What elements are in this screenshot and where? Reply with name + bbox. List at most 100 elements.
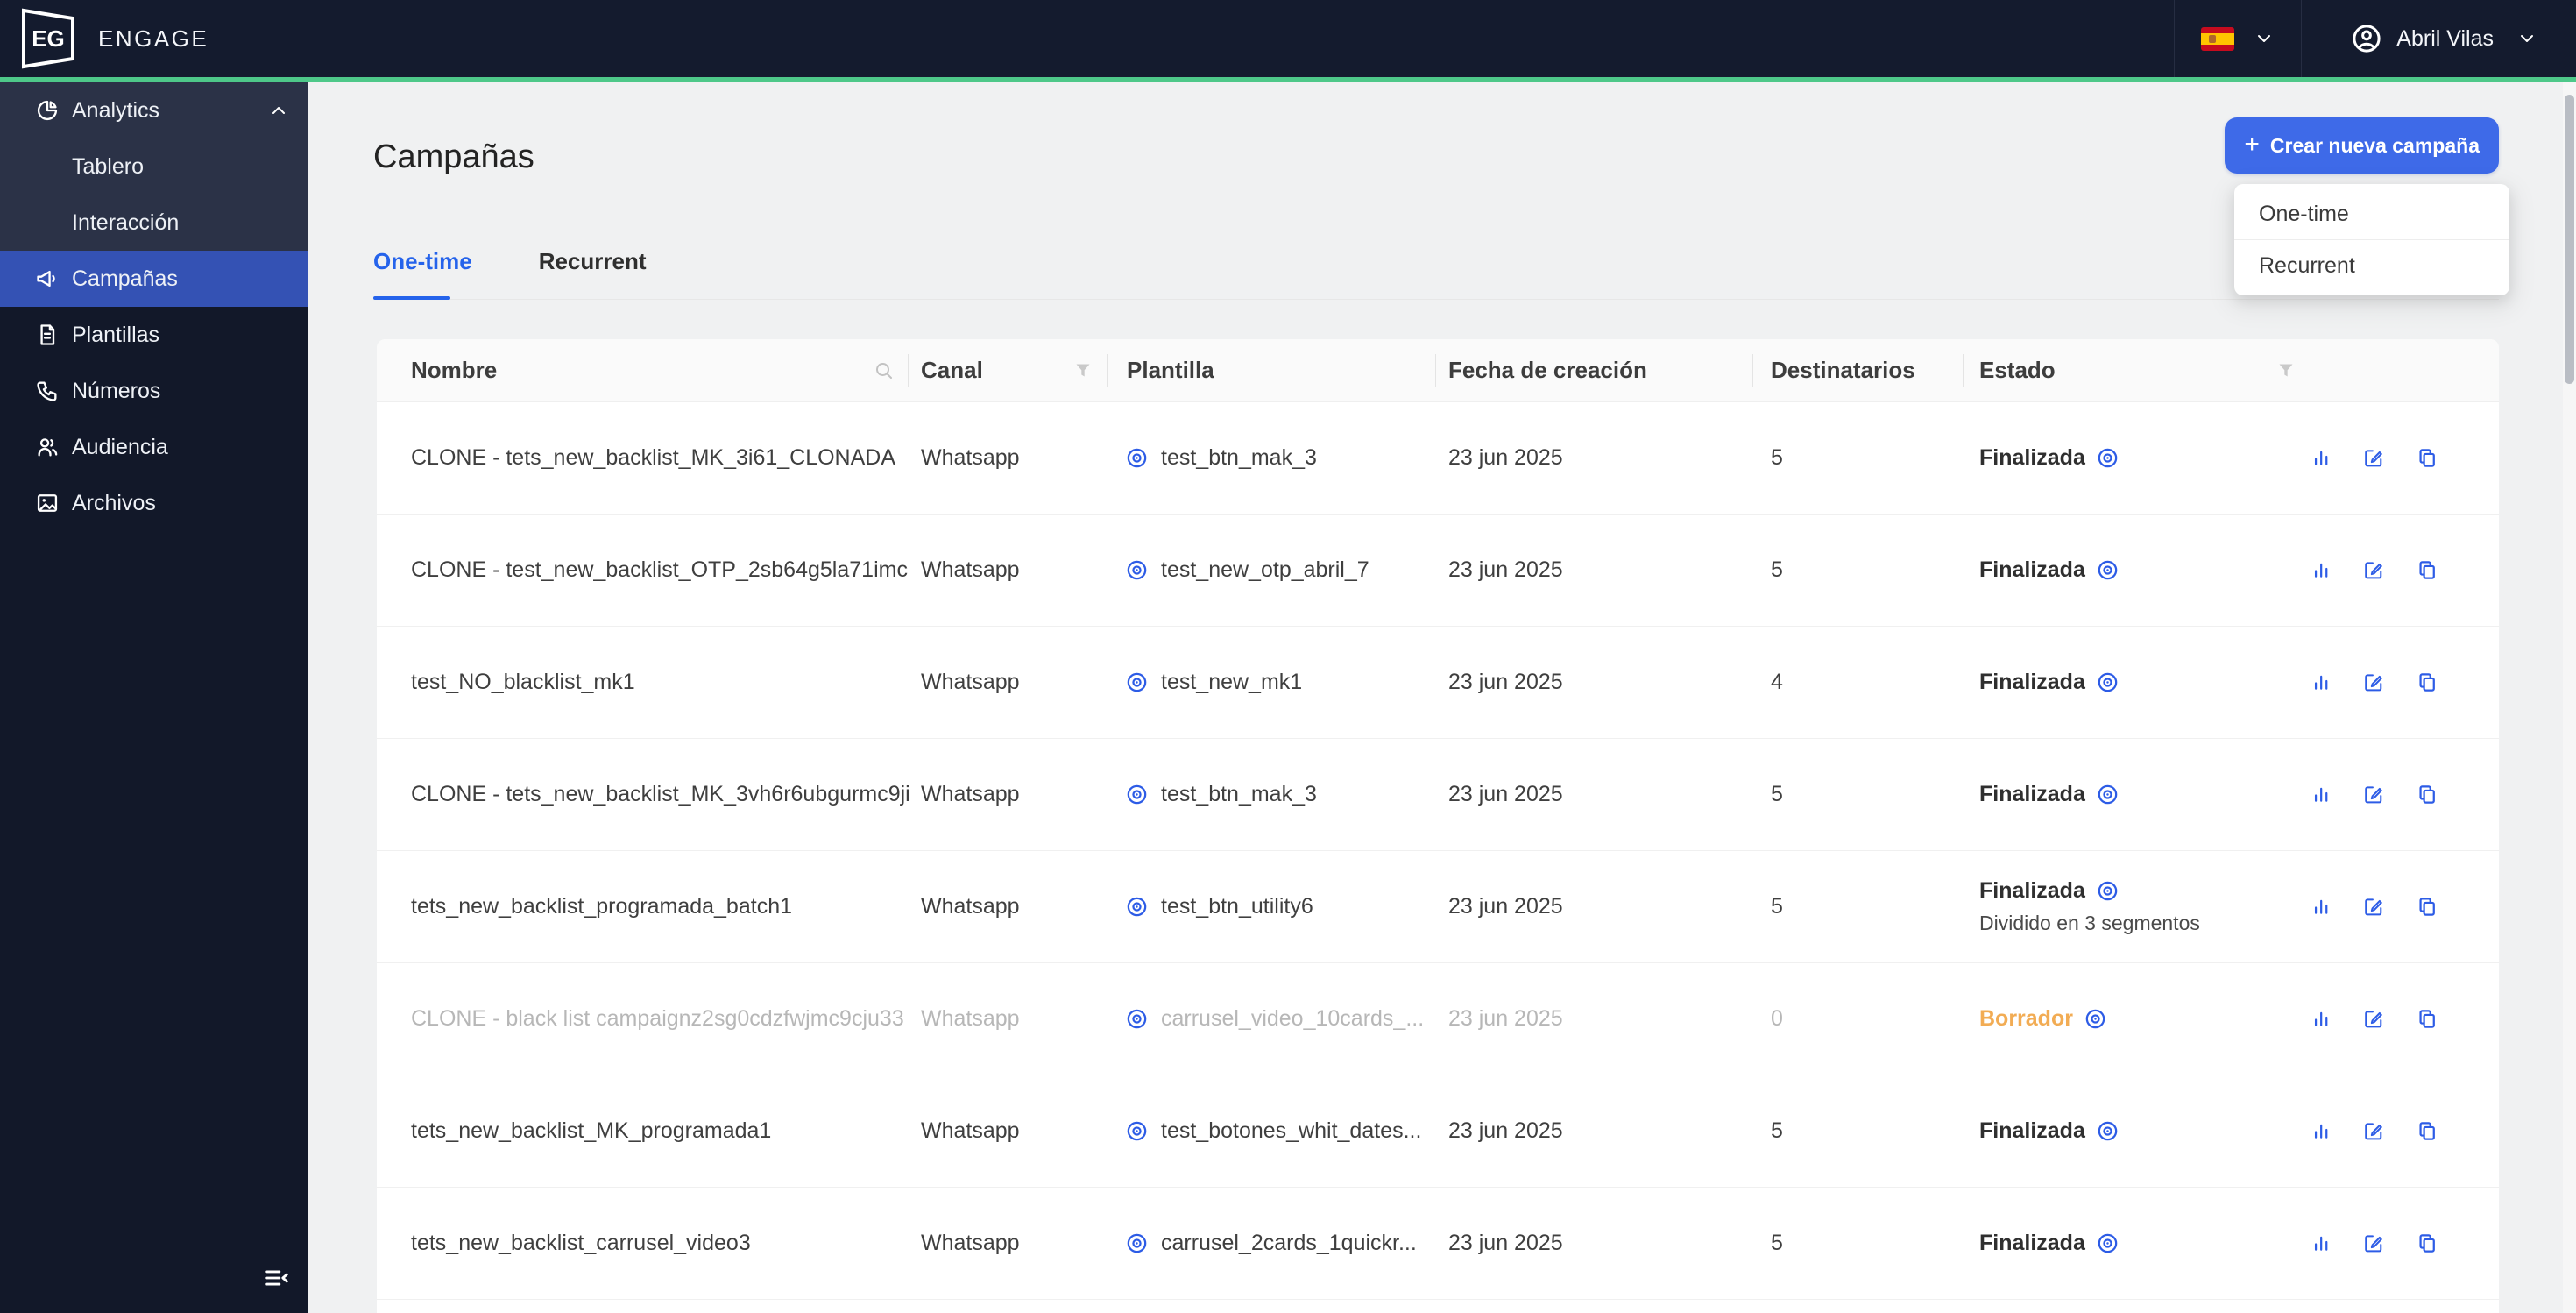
recipients-count: 5 <box>1771 445 1783 470</box>
column-header-nombre[interactable]: Nombre <box>377 339 909 401</box>
preview-template-icon[interactable] <box>1125 446 1149 470</box>
copy-icon[interactable] <box>2417 781 2438 808</box>
scrollbar-track[interactable] <box>2563 82 2576 1313</box>
preview-template-icon[interactable] <box>1125 1119 1149 1143</box>
edit-icon[interactable] <box>2363 1005 2384 1033</box>
sidebar-collapse-button[interactable] <box>258 1259 296 1297</box>
column-header-destinatarios[interactable]: Destinatarios <box>1753 339 1964 401</box>
edit-icon[interactable] <box>2363 1230 2384 1257</box>
column-header-estado[interactable]: Estado <box>1964 339 2311 401</box>
header-label: Nombre <box>411 357 498 383</box>
edit-icon[interactable] <box>2363 669 2384 696</box>
template-name[interactable]: test_btn_mak_3 <box>1161 782 1317 807</box>
edit-icon[interactable] <box>2363 893 2384 920</box>
status-preview-icon[interactable] <box>2096 446 2120 470</box>
campaigns-table: Nombre Canal Plantilla Fecha de creación… <box>377 339 2499 1313</box>
filter-icon[interactable] <box>2275 360 2296 381</box>
table-row[interactable]: CLONE - tets_new_backlist_MK_3i61_CLONAD… <box>377 402 2499 515</box>
menu-item-recurrent[interactable]: Recurrent <box>2234 240 2509 291</box>
table-row[interactable]: CLONE - tets_new_backlist_MK_3vh6r6ubgur… <box>377 739 2499 851</box>
template-name[interactable]: test_new_otp_abril_7 <box>1161 557 1369 583</box>
edit-icon[interactable] <box>2363 781 2384 808</box>
edit-icon[interactable] <box>2363 557 2384 584</box>
template-name[interactable]: test_botones_whit_dates... <box>1161 1118 1421 1144</box>
sidebar-item-label: Audiencia <box>72 434 168 459</box>
stats-icon[interactable] <box>2311 781 2332 808</box>
svg-text:EG: EG <box>32 25 65 52</box>
search-icon[interactable] <box>874 360 895 381</box>
template-name[interactable]: test_new_mk1 <box>1161 670 1302 695</box>
tab-one-time[interactable]: One-time <box>373 248 472 296</box>
sidebar-item-archivos[interactable]: Archivos <box>0 475 308 531</box>
image-icon <box>37 494 58 512</box>
preview-template-icon[interactable] <box>1125 558 1149 582</box>
column-header-canal[interactable]: Canal <box>909 339 1108 401</box>
user-menu[interactable]: Abril Vilas <box>2302 0 2576 77</box>
stats-icon[interactable] <box>2311 1005 2332 1033</box>
copy-icon[interactable] <box>2417 1230 2438 1257</box>
sidebar-item-label: Tablero <box>72 153 144 179</box>
table-row[interactable]: CLONE - black list campaignz2sg0cdzfwjmc… <box>377 963 2499 1075</box>
template-name[interactable]: carrusel_2cards_1quickr... <box>1161 1231 1417 1256</box>
sidebar-item-campanas[interactable]: Campañas <box>0 251 308 307</box>
template-name[interactable]: test_btn_mak_3 <box>1161 445 1317 471</box>
stats-icon[interactable] <box>2311 557 2332 584</box>
recipients-count: 5 <box>1771 1231 1783 1255</box>
edit-icon[interactable] <box>2363 444 2384 472</box>
edit-icon[interactable] <box>2363 1118 2384 1145</box>
stats-icon[interactable] <box>2311 444 2332 472</box>
copy-icon[interactable] <box>2417 444 2438 472</box>
language-selector[interactable] <box>2174 0 2303 77</box>
copy-icon[interactable] <box>2417 557 2438 584</box>
stats-icon[interactable] <box>2311 1230 2332 1257</box>
stats-icon[interactable] <box>2311 893 2332 920</box>
preview-template-icon[interactable] <box>1125 1231 1149 1255</box>
preview-template-icon[interactable] <box>1125 1007 1149 1031</box>
preview-template-icon[interactable] <box>1125 895 1149 919</box>
sidebar-item-tablero[interactable]: Tablero <box>0 138 308 195</box>
creation-date: 23 jun 2025 <box>1448 894 1563 919</box>
template-name[interactable]: carrusel_video_10cards_... <box>1161 1006 1424 1032</box>
copy-icon[interactable] <box>2417 669 2438 696</box>
scrollbar-thumb[interactable] <box>2565 95 2574 384</box>
stats-icon[interactable] <box>2311 669 2332 696</box>
sidebar-item-numeros[interactable]: Números <box>0 363 308 419</box>
menu-item-one-time[interactable]: One-time <box>2234 188 2509 239</box>
stats-icon[interactable] <box>2311 1118 2332 1145</box>
column-header-plantilla[interactable]: Plantilla <box>1108 339 1436 401</box>
table-row[interactable]: tets_new_backlist_MK_programada1 Whatsap… <box>377 1075 2499 1188</box>
status-preview-icon[interactable] <box>2096 783 2120 806</box>
sidebar-item-analytics[interactable]: Analytics <box>0 82 308 138</box>
status-preview-icon[interactable] <box>2096 1231 2120 1255</box>
column-header-fecha[interactable]: Fecha de creación <box>1436 339 1753 401</box>
sidebar-item-audiencia[interactable]: Audiencia <box>0 419 308 475</box>
status-preview-icon[interactable] <box>2096 879 2120 903</box>
channel-value: Whatsapp <box>921 1231 1020 1255</box>
copy-icon[interactable] <box>2417 1118 2438 1145</box>
copy-icon[interactable] <box>2417 1005 2438 1033</box>
table-row[interactable]: tets_new_backlist_programada_batch1 What… <box>377 851 2499 963</box>
preview-template-icon[interactable] <box>1125 671 1149 694</box>
sidebar-item-plantillas[interactable]: Plantillas <box>0 307 308 363</box>
template-name[interactable]: test_btn_utility6 <box>1161 894 1313 919</box>
people-icon <box>38 438 58 457</box>
table-row[interactable]: CLONE - test_new_backlist_OTP_2sb64g5la7… <box>377 515 2499 627</box>
app-window: EG ENGAGE Abril Vilas Analytics Tablero … <box>0 0 2576 1313</box>
recipients-count: 4 <box>1771 670 1783 694</box>
filter-icon[interactable] <box>1072 360 1093 381</box>
status-label: Borrador <box>1979 1006 2073 1031</box>
status-preview-icon[interactable] <box>2096 558 2120 582</box>
chevron-down-icon <box>2258 35 2271 42</box>
status-preview-icon[interactable] <box>2096 1119 2120 1143</box>
copy-icon[interactable] <box>2417 893 2438 920</box>
channel-value: Whatsapp <box>921 445 1020 470</box>
tab-recurrent[interactable]: Recurrent <box>539 248 647 296</box>
status-preview-icon[interactable] <box>2096 671 2120 694</box>
status-preview-icon[interactable] <box>2084 1007 2107 1031</box>
table-row[interactable]: test_NO_blacklist_mk1 Whatsapp test_new_… <box>377 627 2499 739</box>
table-row[interactable]: tets_new_backlist_carrusel_video3 Whatsa… <box>377 1188 2499 1300</box>
main-content: Campañas + Crear nueva campaña One-time … <box>308 82 2576 1313</box>
create-campaign-button[interactable]: + Crear nueva campaña <box>2225 117 2499 174</box>
sidebar-item-interaccion[interactable]: Interacción <box>0 195 308 251</box>
preview-template-icon[interactable] <box>1125 783 1149 806</box>
